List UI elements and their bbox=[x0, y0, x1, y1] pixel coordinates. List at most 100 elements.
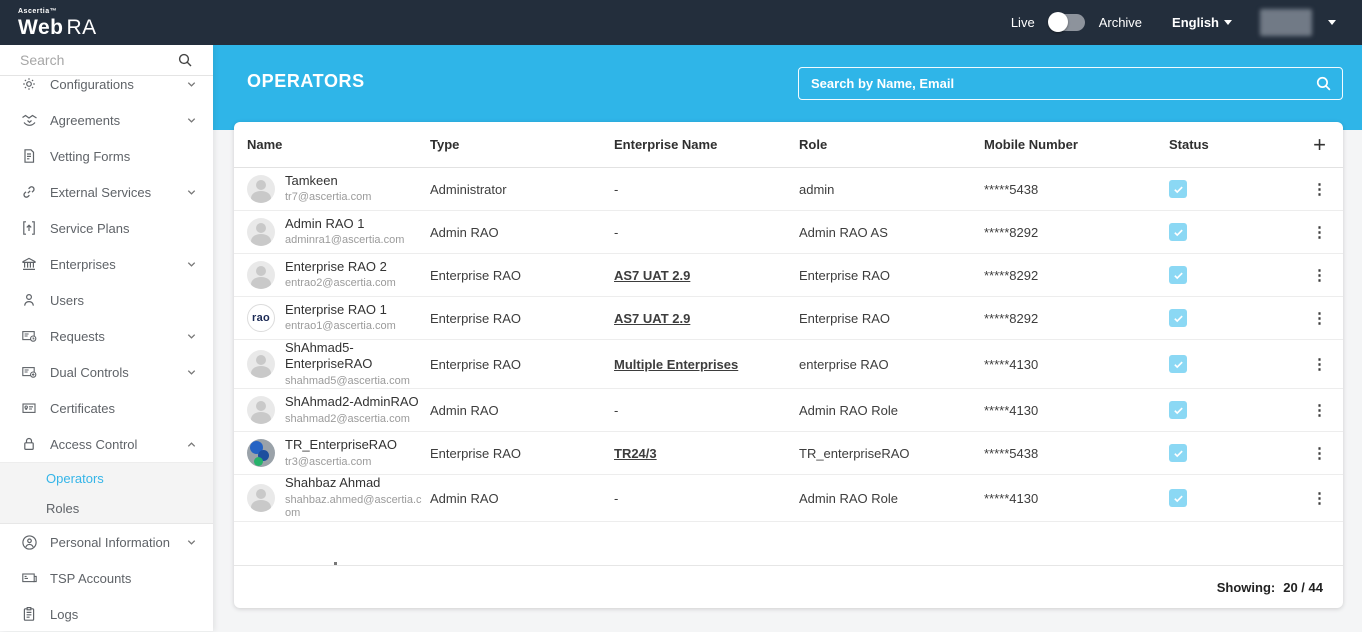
live-archive-toggle[interactable] bbox=[1049, 14, 1085, 31]
archive-label: Archive bbox=[1099, 15, 1142, 30]
live-label: Live bbox=[1011, 15, 1035, 30]
top-bar: Ascertia™ WebRA Live Archive English bbox=[0, 0, 1362, 45]
user-name-redacted[interactable] bbox=[1260, 9, 1312, 36]
sidebar-item-dual-controls[interactable]: Dual Controls bbox=[0, 354, 213, 390]
user-menu-chevron-icon[interactable] bbox=[1328, 20, 1336, 25]
status-checkbox[interactable] bbox=[1169, 309, 1187, 327]
row-menu-kebab-icon[interactable]: ⋮ bbox=[1312, 446, 1327, 461]
add-operator-button[interactable]: + bbox=[1313, 136, 1326, 154]
sidebar-subitem-operators[interactable]: Operators bbox=[0, 463, 213, 493]
language-label: English bbox=[1172, 15, 1219, 30]
status-checkbox[interactable] bbox=[1169, 355, 1187, 373]
row-menu-kebab-icon[interactable]: ⋮ bbox=[1312, 403, 1327, 418]
sidebar: ConfigurationsAgreementsVetting FormsExt… bbox=[0, 45, 213, 631]
operator-type: Enterprise RAO bbox=[430, 357, 614, 372]
operator-name: Tamkeen bbox=[285, 173, 371, 189]
enterprise-value: - bbox=[614, 225, 618, 240]
row-menu-kebab-icon[interactable]: ⋮ bbox=[1312, 311, 1327, 326]
operator-type: Enterprise RAO bbox=[430, 446, 614, 461]
column-header-mobile: Mobile Number bbox=[984, 137, 1169, 152]
document-icon bbox=[20, 147, 38, 165]
status-checkbox[interactable] bbox=[1169, 401, 1187, 419]
avatar bbox=[247, 175, 275, 203]
brand-web: Web bbox=[18, 16, 63, 39]
sidebar-item-label: Vetting Forms bbox=[50, 149, 197, 164]
search-icon[interactable] bbox=[1315, 75, 1332, 92]
operator-name: Enterprise RAO 2 bbox=[285, 259, 396, 275]
sidebar-item-label: Access Control bbox=[50, 437, 186, 452]
table-row: ShAhmad2-AdminRAO shahmad2@ascertia.com Ad… bbox=[234, 389, 1343, 432]
user-icon bbox=[20, 291, 38, 309]
sidebar-item-service-plans[interactable]: Service Plans bbox=[0, 210, 213, 246]
avatar: rao bbox=[247, 304, 275, 332]
enterprise-link[interactable]: TR24/3 bbox=[614, 446, 657, 461]
operator-email: tr7@ascertia.com bbox=[285, 191, 371, 205]
enterprise-value: - bbox=[614, 403, 618, 418]
sidebar-item-tsp-accounts[interactable]: TSP Accounts bbox=[0, 560, 213, 596]
operator-mobile: *****8292 bbox=[984, 268, 1169, 283]
operator-name: TR_EnterpriseRAO bbox=[285, 437, 397, 453]
operator-name: ShAhmad5-EnterpriseRAO bbox=[285, 340, 422, 373]
search-icon[interactable] bbox=[177, 52, 193, 68]
sidebar-item-external-services[interactable]: External Services bbox=[0, 174, 213, 210]
operator-name: ShAhmad2-AdminRAO bbox=[285, 394, 419, 410]
column-header-enterprise: Enterprise Name bbox=[614, 137, 799, 152]
toggle-knob[interactable] bbox=[1048, 12, 1068, 32]
operator-name: Shahbaz Ahmad bbox=[285, 475, 422, 491]
sidebar-search bbox=[0, 45, 213, 76]
status-checkbox[interactable] bbox=[1169, 444, 1187, 462]
operator-email: shahmad2@ascertia.com bbox=[285, 413, 419, 427]
enterprise-link[interactable]: AS7 UAT 2.9 bbox=[614, 311, 690, 326]
operators-search-input[interactable] bbox=[799, 68, 1315, 99]
brand-ascertia: Ascertia™ bbox=[18, 8, 97, 15]
operator-name: Enterprise RAO 1 bbox=[285, 302, 396, 318]
row-menu-kebab-icon[interactable]: ⋮ bbox=[1312, 357, 1327, 372]
sidebar-item-enterprises[interactable]: Enterprises bbox=[0, 246, 213, 282]
row-menu-kebab-icon[interactable]: ⋮ bbox=[1312, 491, 1327, 506]
enterprise-value: - bbox=[614, 491, 618, 506]
column-header-type: Type bbox=[430, 137, 614, 152]
chevron-down-icon bbox=[186, 331, 197, 342]
row-menu-kebab-icon[interactable]: ⋮ bbox=[1312, 268, 1327, 283]
sidebar-item-vetting-forms[interactable]: Vetting Forms bbox=[0, 138, 213, 174]
column-header-name: Name bbox=[234, 137, 430, 152]
row-menu-kebab-icon[interactable]: ⋮ bbox=[1312, 225, 1327, 240]
table-footer: Showing: 20 / 44 bbox=[234, 566, 1343, 608]
status-checkbox[interactable] bbox=[1169, 489, 1187, 507]
enterprise-link[interactable]: Multiple Enterprises bbox=[614, 357, 738, 372]
column-header-status: Status bbox=[1169, 137, 1304, 152]
tsp-card-icon bbox=[20, 569, 38, 587]
sidebar-item-users[interactable]: Users bbox=[0, 282, 213, 318]
operators-search bbox=[798, 67, 1343, 100]
operator-mobile: *****4130 bbox=[984, 403, 1169, 418]
clipboard-icon bbox=[20, 605, 38, 623]
sidebar-item-agreements[interactable]: Agreements bbox=[0, 102, 213, 138]
sidebar-item-requests[interactable]: Requests bbox=[0, 318, 213, 354]
sidebar-item-access-control[interactable]: Access Control bbox=[0, 426, 213, 462]
lock-icon bbox=[20, 435, 38, 453]
page-title: OPERATORS bbox=[247, 71, 365, 92]
brand-ra: RA bbox=[66, 16, 96, 39]
operator-mobile: *****5438 bbox=[984, 446, 1169, 461]
operator-role: Admin RAO Role bbox=[799, 403, 984, 418]
table-row: Tamkeentr7@ascertia.comAdministrator-adm… bbox=[234, 168, 1343, 211]
operator-role: admin bbox=[799, 182, 984, 197]
language-selector[interactable]: English bbox=[1172, 15, 1232, 30]
operators-table-card: Name Type Enterprise Name Role Mobile Nu… bbox=[234, 122, 1343, 608]
sidebar-item-label: Logs bbox=[50, 607, 197, 622]
certificate-icon bbox=[20, 399, 38, 417]
operator-role: Enterprise RAO bbox=[799, 311, 984, 326]
status-checkbox[interactable] bbox=[1169, 223, 1187, 241]
sidebar-subitem-roles[interactable]: Roles bbox=[0, 493, 213, 523]
operator-type: Enterprise RAO bbox=[430, 268, 614, 283]
sidebar-item-label: Users bbox=[50, 293, 197, 308]
enterprise-link[interactable]: AS7 UAT 2.9 bbox=[614, 268, 690, 283]
table-row: ShAhmad5-EnterpriseRAOshahmad5@ascertia.… bbox=[234, 340, 1343, 389]
sidebar-item-label: Agreements bbox=[50, 113, 186, 128]
row-menu-kebab-icon[interactable]: ⋮ bbox=[1312, 182, 1327, 197]
sidebar-item-personal-information[interactable]: Personal Information bbox=[0, 524, 213, 560]
status-checkbox[interactable] bbox=[1169, 180, 1187, 198]
sidebar-item-certificates[interactable]: Certificates bbox=[0, 390, 213, 426]
status-checkbox[interactable] bbox=[1169, 266, 1187, 284]
sidebar-item-logs[interactable]: Logs bbox=[0, 596, 213, 632]
